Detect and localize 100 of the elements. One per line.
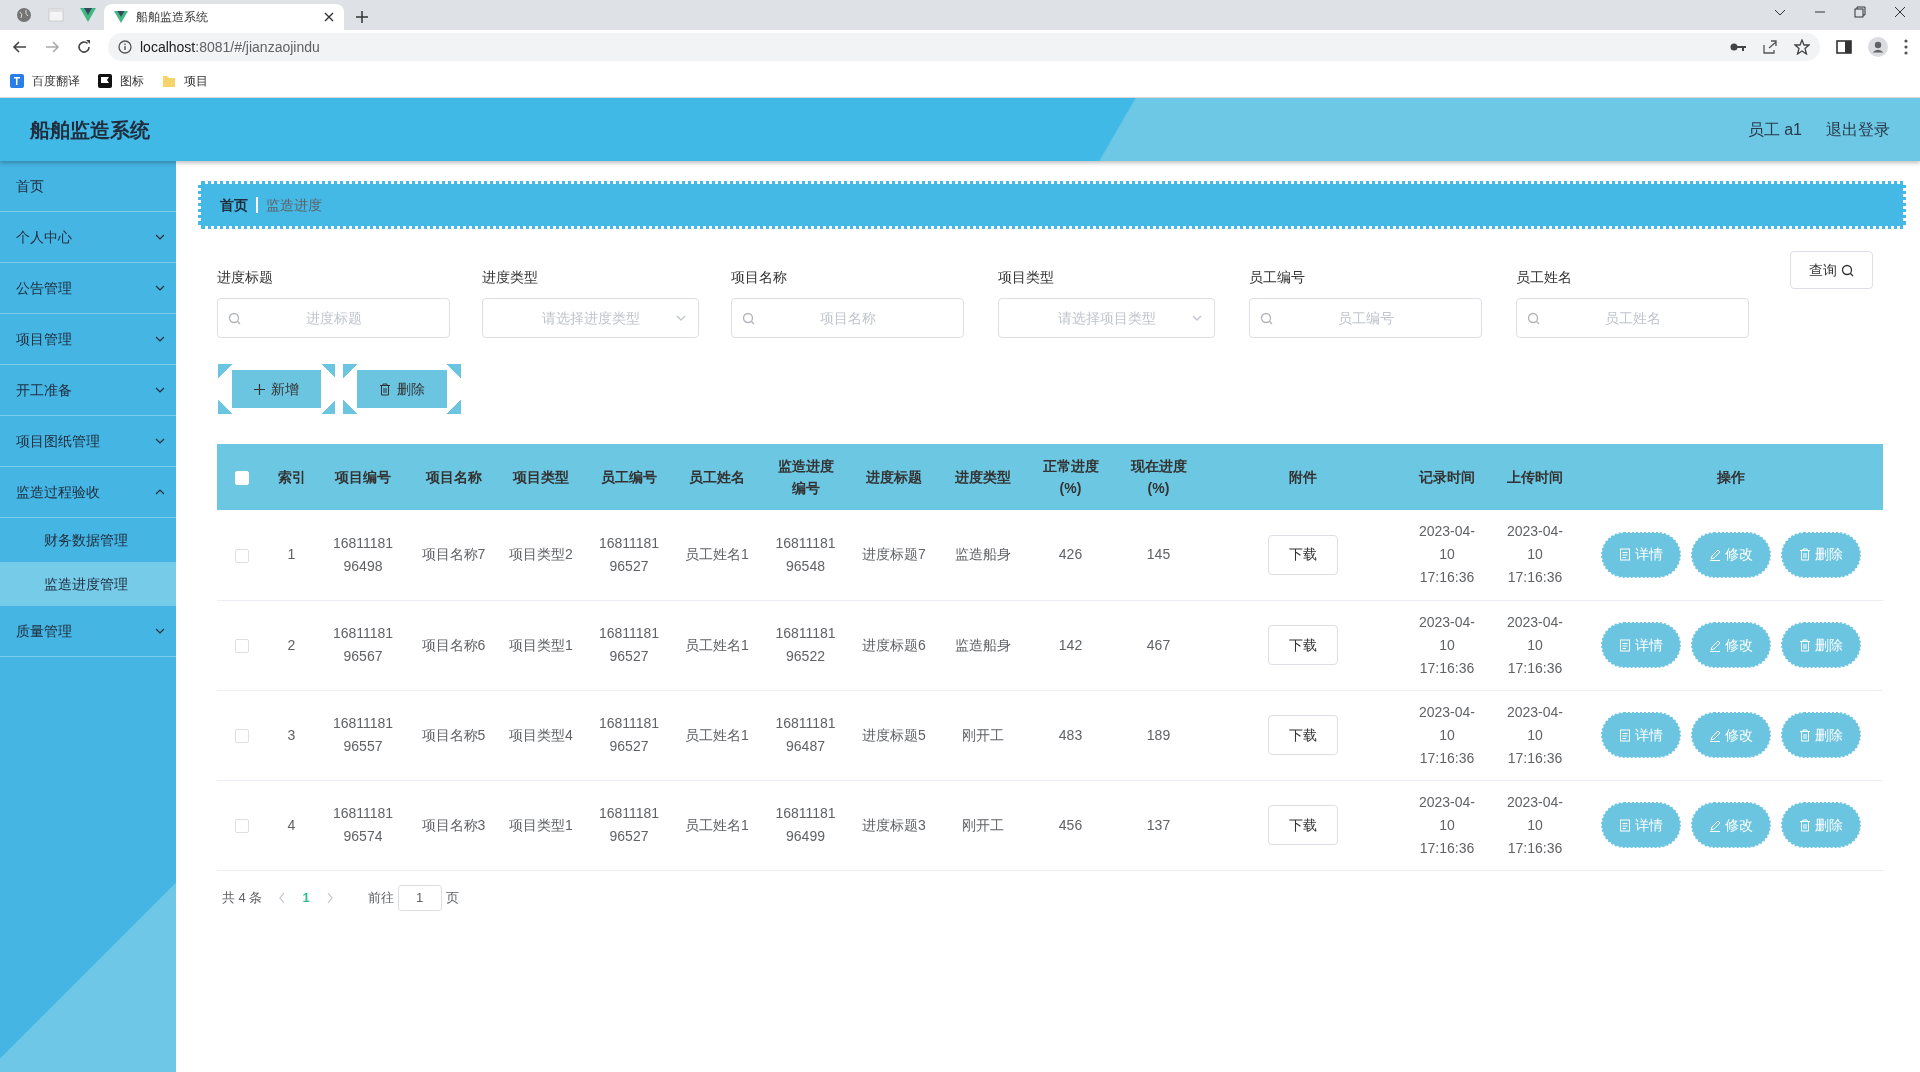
star-icon[interactable] [1794,39,1810,55]
add-button[interactable]: 新增 [232,370,321,408]
sidebar-item[interactable]: 公告管理 [0,263,176,314]
sidebar-item[interactable]: 开工准备 [0,365,176,416]
browser-tab[interactable]: 船舶监造系统 [104,4,344,30]
select-field[interactable]: 请选择进度类型 [482,298,699,338]
key-icon[interactable] [1730,42,1746,52]
table-cell-text: 2023-04-10 17:16:36 [1505,612,1564,678]
sidebar-item[interactable]: 项目管理 [0,314,176,365]
flag-icon [98,73,112,88]
close-icon[interactable] [324,12,334,22]
column-header: 进度类型 [954,468,1011,487]
column-header: 操作 [1717,468,1745,487]
plus-icon [254,383,265,395]
delete-button[interactable]: 删除 [357,370,447,408]
table-cell-text: 483 [1058,725,1083,745]
v-logo-icon [114,11,128,23]
goto-label: 前往 [367,888,394,907]
query-button[interactable]: 查询 [1790,251,1873,289]
search-icon [1260,312,1273,325]
close-icon[interactable] [1894,6,1906,18]
reload-icon[interactable] [76,39,92,55]
table-cell-text: 员工姓名1 [685,725,749,745]
table-cell-text: 2023-04-10 17:16:36 [1505,522,1564,588]
table-cell-text: 进度标题6 [862,635,926,655]
folder-icon [162,73,176,88]
row-checkbox[interactable] [235,728,249,743]
download-button[interactable]: 下载 [1268,805,1338,845]
sidebar-item[interactable]: 首页 [0,161,176,212]
table-cell-text: 1681118196522 [774,624,837,666]
document-icon [1619,638,1631,652]
trash-icon [1799,638,1811,652]
search-field[interactable]: 员工编号 [1249,298,1482,338]
row-checkbox[interactable] [235,638,249,653]
table-cell-text: 1681118196527 [597,804,661,846]
table-cell-text: 1681118196498 [331,533,395,576]
column-header: 监造进度编号 [776,457,835,498]
sidebar-item[interactable]: 质量管理 [0,606,176,657]
table-cell-text: 员工姓名1 [685,815,749,835]
plus-icon[interactable] [356,11,368,23]
bookmark-link[interactable]: 图标 [120,71,144,90]
trash-icon [1799,548,1811,562]
table-cell-text: 1681118196487 [774,714,837,756]
table-cell-text: 145 [1146,545,1171,565]
table-cell-text: 1681118196527 [597,533,661,576]
download-button[interactable]: 下载 [1268,715,1338,755]
search-icon [742,312,755,325]
sidebar-item[interactable]: 项目图纸管理 [0,416,176,467]
field-label: 员工编号 [1249,268,1306,287]
search-field[interactable]: 员工姓名 [1516,298,1749,338]
column-header: 项目编号 [335,468,391,487]
url-text[interactable]: localhost:8081/#/jianzaojindu [140,36,320,58]
table-cell-text: 2023-04-10 17:16:36 [1417,522,1476,588]
restore-icon[interactable] [1854,6,1866,18]
more-icon[interactable] [1904,39,1908,55]
table-cell-text: 3 [287,725,296,745]
search-field[interactable]: 项目名称 [731,298,964,338]
table-cell-text: 项目名称3 [421,815,486,835]
v-logo-icon[interactable] [80,8,96,22]
table-cell-text: 进度标题7 [862,545,926,565]
table-cell-text: 456 [1058,815,1083,835]
table-cell-text: 刚开工 [961,725,1004,745]
table-cell-text: 4 [287,815,296,835]
row-checkbox[interactable] [235,818,249,833]
page-suffix: 页 [445,888,459,907]
column-header: 项目类型 [513,468,569,487]
search-field[interactable]: 进度标题 [217,298,450,338]
bookmark-link[interactable]: 百度翻译 [32,71,80,90]
back-icon[interactable] [12,39,28,55]
search-icon [1527,312,1540,325]
download-button[interactable]: 下载 [1268,534,1338,575]
page-input[interactable]: 1 [397,884,442,911]
table-cell-text: 1681118196527 [597,714,661,756]
table-cell-text: 1681118196548 [774,533,837,576]
profile-icon[interactable] [1868,37,1888,57]
globe-icon[interactable] [16,7,32,23]
side-panel-icon[interactable] [1836,39,1852,55]
bookmark-link[interactable]: 项目 [184,71,208,90]
row-checkbox[interactable] [235,548,249,563]
field-label: 项目类型 [998,268,1055,287]
column-header: 索引 [277,468,306,487]
table-cell-text: 进度标题3 [862,815,926,835]
column-header: 正常进度(%) [1041,457,1100,498]
tab-title: 船舶监造系统 [136,9,209,26]
breadcrumb-item[interactable]: 首页 [220,194,248,216]
share-icon[interactable] [1762,39,1778,55]
logout-link[interactable]: 退出登录 [1826,117,1890,142]
select-all-checkbox[interactable] [235,471,249,486]
select-field[interactable]: 请选择项目类型 [998,298,1215,338]
sidebar-item[interactable]: 个人中心 [0,212,176,263]
field-label: 进度标题 [217,268,274,287]
sidebar-item[interactable]: 监造过程验收 [0,467,176,518]
table-cell-text: 2023-04-10 17:16:36 [1417,702,1476,768]
download-button[interactable]: 下载 [1268,625,1338,665]
table-cell-text: 467 [1146,635,1171,655]
table-cell-text: 监造船身 [954,545,1011,565]
table-cell-text: 2023-04-10 17:16:36 [1505,792,1564,858]
submenu-item[interactable]: 监造进度管理 [0,562,176,606]
submenu-item[interactable]: 财务数据管理 [0,518,176,562]
field-label: 员工姓名 [1516,268,1573,287]
